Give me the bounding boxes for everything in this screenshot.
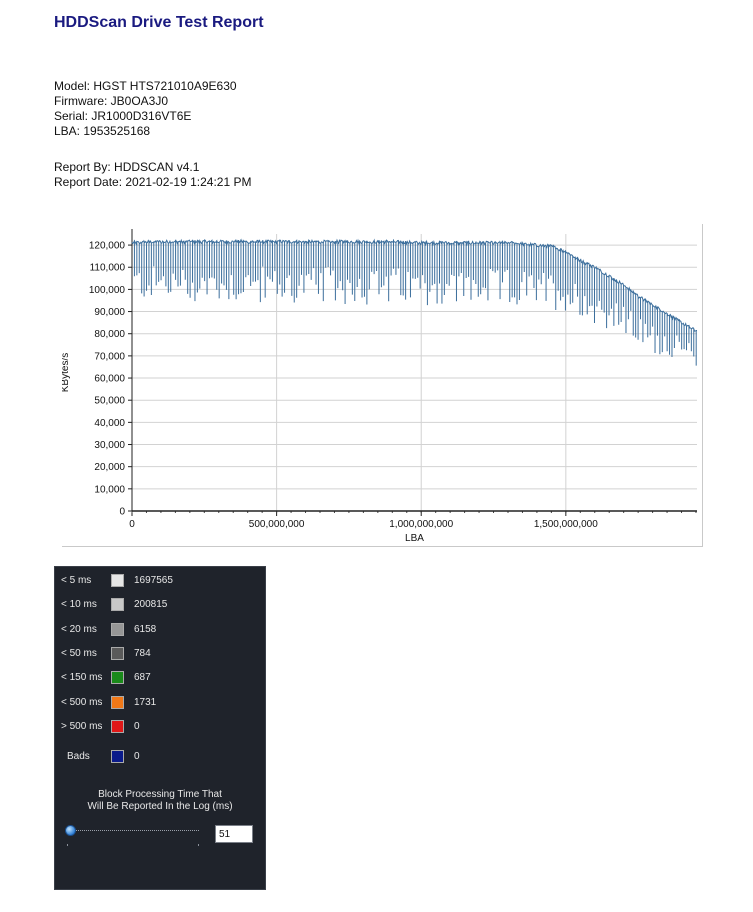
legend-swatch xyxy=(111,646,124,660)
y-tick-label: 90,000 xyxy=(94,307,125,318)
y-tick-label: 70,000 xyxy=(94,351,125,362)
legend-swatch xyxy=(111,598,124,612)
y-tick-label: 110,000 xyxy=(90,263,126,274)
legend-count: 1731 xyxy=(134,696,157,708)
threshold-caption: Block Processing Time That Will Be Repor… xyxy=(55,789,265,813)
legend-row: < 50 ms 784 xyxy=(55,646,265,661)
report-date-text: Report Date: 2021-02-19 1:24:21 PM xyxy=(54,175,252,189)
legend-swatch xyxy=(111,574,124,587)
threshold-input[interactable] xyxy=(215,825,253,843)
legend-count: 0 xyxy=(134,751,140,762)
speed-series-line xyxy=(131,238,698,366)
y-tick-label: 100,000 xyxy=(89,285,126,296)
y-tick-label: 20,000 xyxy=(94,462,125,473)
threshold-slider-track[interactable] xyxy=(67,830,199,831)
x-tick-label: 1,500,000,000 xyxy=(534,519,598,530)
legend-swatch-bads xyxy=(111,750,124,763)
legend-swatch xyxy=(111,671,124,685)
speed-chart-panel: 0 10,000 20,000 30,000 40,000 50,000 60,000 70,… xyxy=(62,224,703,547)
y-tick-label: 0 xyxy=(119,507,125,518)
legend-row: < 10 ms 200815 xyxy=(55,598,265,612)
speed-chart: 0 10,000 20,000 30,000 40,000 50,000 60,000 70,… xyxy=(62,229,698,544)
legend-row: < 5 ms 1697565 xyxy=(55,574,265,588)
chart-series xyxy=(131,238,698,366)
legend-label: < 50 ms xyxy=(61,647,97,659)
serial-text: Serial: JR1000D316VT6E xyxy=(54,109,192,123)
legend-label: < 500 ms xyxy=(61,696,103,708)
y-axis-label: KBytes/s xyxy=(62,353,71,392)
legend-row: < 150 ms 687 xyxy=(55,671,265,685)
legend-swatch xyxy=(111,695,124,709)
slider-tick xyxy=(67,844,68,846)
latency-legend-panel: < 5 ms 1697565 < 10 ms 200815 < 20 ms 6158 < 5… xyxy=(54,566,266,890)
legend-count: 1697565 xyxy=(134,575,173,586)
x-tick-label: 0 xyxy=(129,519,135,530)
drive-info: Model: HGST HTS721010A9E630 Firmware: JB… xyxy=(54,79,237,139)
legend-label: < 150 ms xyxy=(61,672,103,684)
legend-swatch xyxy=(111,719,124,733)
legend-count: 0 xyxy=(134,720,140,732)
legend-label: > 500 ms xyxy=(61,720,103,732)
y-tick-label: 120,000 xyxy=(89,241,126,252)
legend-label: < 5 ms xyxy=(61,575,92,586)
legend-label: < 20 ms xyxy=(61,623,97,635)
legend-count: 687 xyxy=(134,672,151,684)
caption-line-2: Will Be Reported In the Log (ms) xyxy=(87,801,233,812)
caption-line-1: Block Processing Time That xyxy=(98,789,222,800)
threshold-slider-thumb[interactable] xyxy=(65,825,76,836)
y-tick-label: 40,000 xyxy=(94,418,125,429)
lba-text: LBA: 1953525168 xyxy=(54,124,151,138)
legend-label: Bads xyxy=(67,751,90,762)
y-tick-label: 60,000 xyxy=(94,374,125,385)
legend-count: 6158 xyxy=(134,623,157,635)
y-tick-label: 80,000 xyxy=(94,329,125,340)
legend-row: < 20 ms 6158 xyxy=(55,622,265,637)
legend-count: 200815 xyxy=(134,599,168,611)
legend-label: < 10 ms xyxy=(61,599,97,611)
legend-swatch xyxy=(111,622,124,636)
legend-count: 784 xyxy=(134,647,151,659)
y-tick-label: 10,000 xyxy=(94,484,125,495)
x-axis-label: LBA xyxy=(405,533,424,544)
model-text: Model: HGST HTS721010A9E630 xyxy=(54,79,237,93)
legend-row: < 500 ms 1731 xyxy=(55,695,265,710)
report-meta: Report By: HDDSCAN v4.1 Report Date: 202… xyxy=(54,160,251,190)
x-tick-label: 500,000,000 xyxy=(249,519,305,530)
report-title: HDDScan Drive Test Report xyxy=(54,14,264,31)
x-tick-label: 1,000,000,000 xyxy=(389,519,453,530)
y-tick-label: 50,000 xyxy=(94,396,125,407)
firmware-text: Firmware: JB0OA3J0 xyxy=(54,94,169,108)
slider-tick xyxy=(198,844,199,846)
y-tick-labels: 0 10,000 20,000 30,000 40,000 50,000 60,000 70,… xyxy=(89,241,126,518)
report-by-text: Report By: HDDSCAN v4.1 xyxy=(54,160,200,174)
legend-row: > 500 ms 0 xyxy=(55,719,265,734)
y-tick-label: 30,000 xyxy=(94,440,125,451)
x-tick-labels: 0 500,000,000 1,000,000,000 1,500,000,000 xyxy=(129,519,598,530)
legend-row-bads: Bads 0 xyxy=(55,750,265,764)
